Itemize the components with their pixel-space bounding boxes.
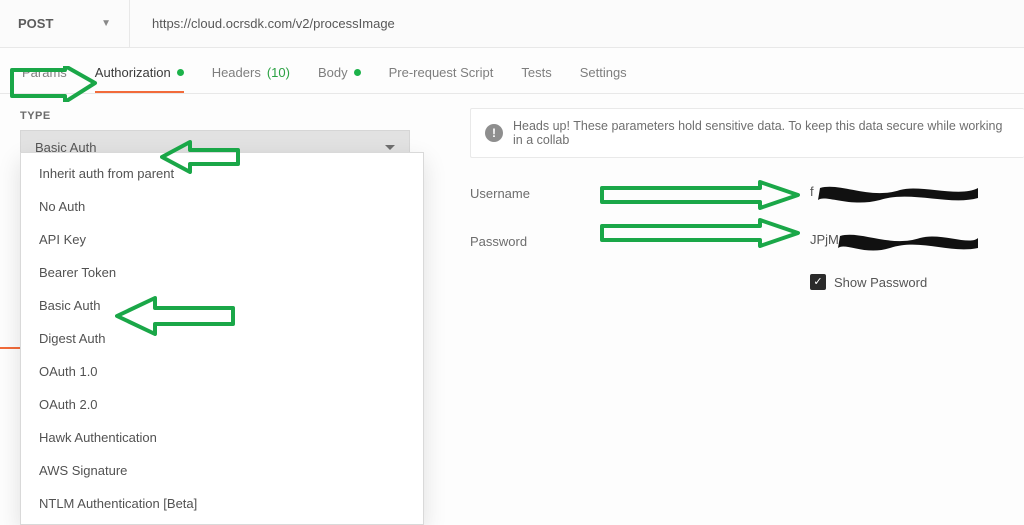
show-password-toggle[interactable]: ✓ Show Password: [810, 274, 1024, 290]
request-tabs: Params Authorization Headers (10) Body P…: [0, 48, 1024, 94]
auth-type-label: TYPE: [20, 110, 410, 122]
info-icon: !: [485, 124, 503, 142]
tab-body[interactable]: Body: [318, 65, 361, 92]
tab-params[interactable]: Params: [22, 65, 67, 92]
http-method-select[interactable]: POST ▼: [0, 0, 130, 47]
auth-option[interactable]: Bearer Token: [21, 256, 423, 289]
auth-option[interactable]: OAuth 1.0: [21, 355, 423, 388]
tab-prerequest-script[interactable]: Pre-request Script: [389, 65, 494, 92]
request-url-input[interactable]: https://cloud.ocrsdk.com/v2/processImage: [130, 0, 1024, 47]
auth-option[interactable]: AWS Signature: [21, 454, 423, 487]
http-method-value: POST: [18, 16, 53, 31]
auth-type-dropdown: Inherit auth from parentNo AuthAPI KeyBe…: [20, 152, 424, 525]
tab-headers[interactable]: Headers (10): [212, 65, 290, 92]
username-value-partial: f: [810, 184, 814, 199]
tab-tests[interactable]: Tests: [521, 65, 551, 92]
password-label: Password: [470, 234, 590, 249]
dot-icon: [354, 69, 361, 76]
dot-icon: [177, 69, 184, 76]
show-password-label: Show Password: [834, 275, 927, 290]
auth-option[interactable]: Hawk Authentication: [21, 421, 423, 454]
checkmark-icon: ✓: [810, 274, 826, 290]
auth-option[interactable]: Basic Auth: [21, 289, 423, 322]
notice-text: Heads up! These parameters hold sensitiv…: [513, 119, 1010, 147]
request-url-value: https://cloud.ocrsdk.com/v2/processImage: [152, 16, 395, 31]
username-input[interactable]: f: [810, 180, 980, 206]
auth-option[interactable]: API Key: [21, 223, 423, 256]
tab-authorization[interactable]: Authorization: [95, 65, 184, 92]
chevron-down-icon: ▼: [101, 18, 111, 29]
username-label: Username: [470, 186, 590, 201]
auth-option[interactable]: No Auth: [21, 190, 423, 223]
sensitive-data-notice: ! Heads up! These parameters hold sensit…: [470, 108, 1024, 158]
auth-option[interactable]: OAuth 2.0: [21, 388, 423, 421]
password-value-partial: JPjM: [810, 232, 839, 247]
auth-option[interactable]: NTLM Authentication [Beta]: [21, 487, 423, 520]
auth-option[interactable]: Digest Auth: [21, 322, 423, 355]
auth-option[interactable]: Inherit auth from parent: [21, 157, 423, 190]
password-input[interactable]: JPjM: [810, 228, 980, 254]
chevron-down-icon: [385, 145, 395, 150]
tab-settings[interactable]: Settings: [580, 65, 627, 92]
